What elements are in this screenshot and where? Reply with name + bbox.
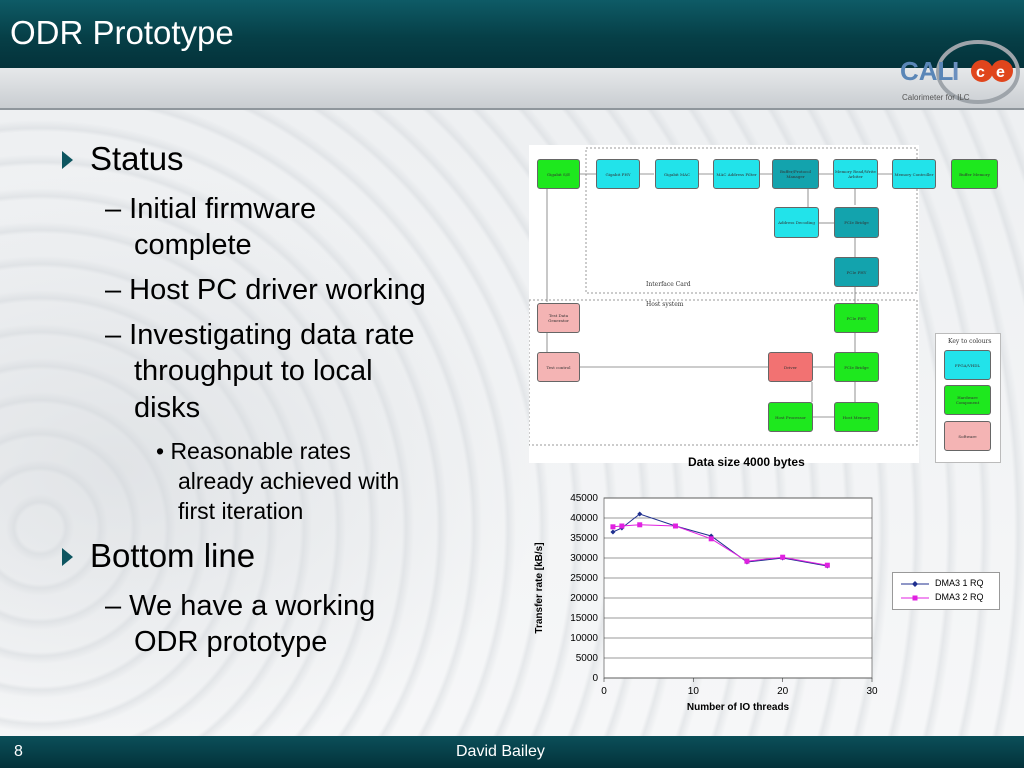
host-system-label: Host system [646, 301, 684, 308]
data-point [672, 523, 678, 529]
slide-title: ODR Prototype [10, 14, 234, 51]
diagram-block: PCIe PHY [834, 257, 879, 287]
y-tick-label: 40000 [570, 513, 598, 524]
bullet-bottom-line: Bottom line [90, 537, 256, 574]
transfer-rate-chart: 0 5000 10000 15000 20000 25000 30000 35000 40000… [534, 493, 878, 713]
y-tick-label: 45000 [570, 493, 598, 504]
status-item-3: – Investigating data rate [105, 319, 415, 351]
svg-text:c: c [976, 64, 985, 81]
key-item: Hardware Component [944, 385, 991, 415]
svg-text:CAL: CAL [900, 56, 954, 86]
status-item-2: – Host PC driver working [105, 274, 426, 306]
status-item-1-cont: complete [134, 229, 252, 261]
y-tick-label: 5000 [576, 653, 599, 664]
x-tick-label: 0 [601, 686, 607, 697]
status-subitem-1: • Reasonable rates [156, 438, 351, 464]
chart-legend: DMA3 1 RQ DMA3 2 RQ [892, 572, 1000, 610]
x-axis-label: Number of IO threads [687, 702, 790, 713]
slide-footer: 8 David Bailey [0, 736, 1024, 768]
diagram-block: MAC Address Filter [713, 159, 760, 189]
status-item-3-cont1: throughput to local [134, 355, 373, 387]
legend-series-1: DMA3 1 RQ [935, 578, 984, 588]
bullet-status: Status [90, 140, 184, 177]
key-item: FPGA/VHDL [944, 350, 991, 380]
header-band [0, 68, 1024, 110]
diagram-block: Host Memory [834, 402, 879, 432]
legend-series-2: DMA3 2 RQ [935, 592, 984, 602]
diagram-block: Gigabit MAC [655, 159, 699, 189]
interface-card-label: Interface Card [646, 281, 691, 288]
y-tick-label: 0 [592, 673, 598, 684]
data-point [637, 522, 643, 528]
diagram-block: Test Data Generator [537, 303, 580, 333]
y-axis-label: Transfer rate [kB/s] [534, 542, 545, 633]
key-item: Software [944, 421, 991, 451]
diagram-block: Test control [537, 352, 580, 382]
diagram-block: Host Processor [768, 402, 813, 432]
status-subitem-1-cont2: first iteration [178, 498, 304, 524]
y-tick-label: 10000 [570, 633, 598, 644]
svg-text:Calorimeter for ILC: Calorimeter for ILC [902, 93, 970, 102]
data-point [824, 562, 830, 568]
y-tick-label: 15000 [570, 613, 598, 624]
x-tick-label: 20 [777, 686, 789, 697]
y-tick-label: 35000 [570, 533, 598, 544]
svg-text:I: I [952, 56, 959, 86]
footer-author: David Bailey [456, 743, 545, 760]
bottom-item-1: – We have a working [105, 590, 376, 622]
diagram-block: Gigabit PHY [596, 159, 640, 189]
data-point [780, 554, 786, 560]
slide-number: 8 [14, 743, 23, 760]
calice-logo: CAL I c e Calorimeter for ILC [900, 40, 1020, 104]
y-tick-label: 30000 [570, 553, 598, 564]
data-point [610, 524, 616, 530]
status-subitem-1-cont1: already achieved with [178, 468, 400, 494]
title-bar: ODR Prototype [0, 0, 1024, 68]
bullet-arrow-icon [62, 151, 73, 169]
diagram-block: Address Decoding [774, 207, 819, 238]
diagram-block: PCIe Bridge [834, 352, 879, 382]
y-tick-label: 25000 [570, 573, 598, 584]
data-point [619, 523, 625, 529]
diagram-block: Buffer/Protocol Manager [772, 159, 819, 189]
diagram-block: Memory Read/Write Arbiter [833, 159, 878, 189]
system-block-diagram: Gigabit S/E Gigabit PHY Gigabit MAC MAC … [529, 145, 936, 463]
svg-text:e: e [996, 64, 1005, 81]
data-point [708, 536, 714, 542]
legend-swatches [901, 581, 929, 601]
status-item-3-cont2: disks [134, 392, 201, 424]
chart-caption: Data size 4000 bytes [688, 455, 805, 469]
key-title: Key to colours [948, 338, 992, 345]
y-tick-label: 20000 [570, 593, 598, 604]
x-tick-label: 30 [866, 686, 878, 697]
diagram-block-memory-controller: Memory Controller [892, 159, 936, 189]
diagram-block: PCIe PHY [834, 303, 879, 333]
diagram-block: Gigabit S/E [537, 159, 580, 189]
bullet-arrow-icon [62, 548, 73, 566]
bottom-item-1-cont: ODR prototype [134, 626, 328, 658]
diagram-block-buffer-memory: Buffer Memory [951, 159, 998, 189]
status-item-1: – Initial firmware [105, 193, 317, 225]
diagram-block: PCIe Bridge [834, 207, 879, 238]
diagram-key-panel: Key to colours FPGA/VHDL Hardware Compon… [935, 333, 1001, 463]
diagram-block: Driver [768, 352, 813, 382]
data-point [744, 558, 750, 564]
x-tick-label: 10 [688, 686, 700, 697]
